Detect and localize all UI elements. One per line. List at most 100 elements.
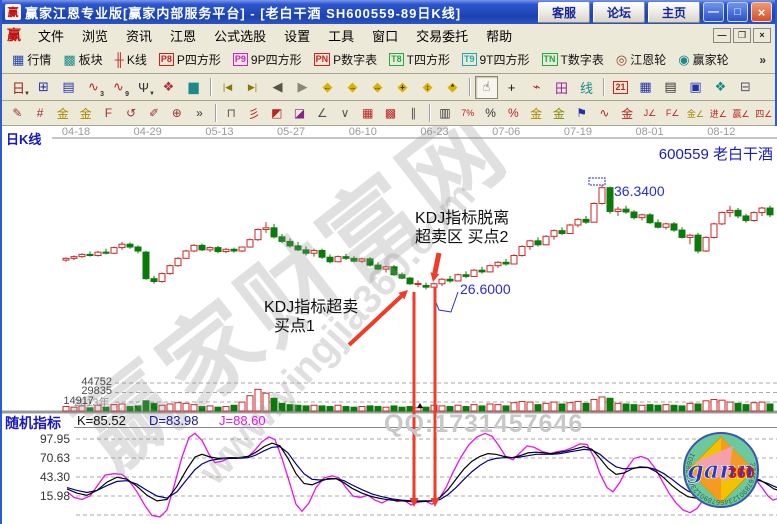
- info-panel-button[interactable]: ▤: [57, 76, 80, 99]
- winner-wheel-button[interactable]: ◉赢家轮: [672, 49, 734, 70]
- first-bar-button[interactable]: |◀: [216, 76, 239, 99]
- next-bar-button[interactable]: ▶: [291, 76, 314, 99]
- vee-wave-button[interactable]: ∨: [335, 103, 356, 124]
- candle-body: [319, 250, 325, 257]
- flag-pen-button[interactable]: ⚑: [571, 103, 592, 124]
- menu-item-4[interactable]: 江恩: [161, 27, 205, 46]
- ying-angle-button[interactable]: 赢∠: [731, 103, 752, 124]
- toolbar-overflow-icon[interactable]: »: [756, 53, 769, 67]
- hatch-tool-button[interactable]: #: [30, 103, 51, 124]
- parallel-lines-button[interactable]: ∥: [403, 103, 424, 124]
- kdj-axis-label-2: 70.63: [24, 451, 70, 465]
- spiral-tool-button[interactable]: ↺: [121, 103, 142, 124]
- wave3-button[interactable]: ∿3: [82, 76, 105, 99]
- draw-overflow-button[interactable]: »: [189, 103, 210, 124]
- box-fan-button[interactable]: ◩: [266, 103, 287, 124]
- jin-angle-button[interactable]: 进∠: [708, 103, 729, 124]
- volume-bar: [687, 403, 693, 411]
- kline-period-button[interactable]: 日▼: [7, 76, 30, 99]
- menu-item-5[interactable]: 公式选股: [205, 27, 275, 46]
- p-table-button[interactable]: PNP数字表: [308, 49, 384, 70]
- gold-line-button[interactable]: 金: [548, 103, 569, 124]
- zoom-h-button[interactable]: ◆↔: [366, 76, 389, 99]
- chart-grid-button[interactable]: ⊞: [32, 76, 55, 99]
- j-angle-button[interactable]: J∠: [640, 103, 661, 124]
- candle-body: [159, 274, 165, 282]
- t-square-button[interactable]: T8T四方形: [383, 49, 456, 70]
- gold-grid-button[interactable]: 金: [53, 103, 74, 124]
- fib-levels-button[interactable]: F: [98, 103, 119, 124]
- calculator-button[interactable]: ▦: [634, 76, 657, 99]
- notes-button[interactable]: ▤: [659, 76, 682, 99]
- gold-angle-button[interactable]: 金∠: [685, 103, 706, 124]
- hand-tool-button[interactable]: ☝: [475, 76, 498, 99]
- gann-wheel-button[interactable]: ◎江恩轮: [610, 49, 672, 70]
- menu-item-9[interactable]: 交易委托: [407, 27, 477, 46]
- menu-item-7[interactable]: 工具: [319, 27, 363, 46]
- wave-line-button[interactable]: 线: [575, 76, 598, 99]
- pattern-box-button[interactable]: 田: [550, 76, 573, 99]
- menu-item-6[interactable]: 设置: [275, 27, 319, 46]
- child-restore-icon[interactable]: ❒: [733, 28, 751, 43]
- wave9-button[interactable]: ∿9: [107, 76, 130, 99]
- menu-item-10[interactable]: 帮助: [477, 27, 521, 46]
- box-fan2-button[interactable]: ◪: [289, 103, 310, 124]
- volume-style-button[interactable]: ▆: [182, 76, 205, 99]
- customer-service-button[interactable]: 客服: [538, 2, 590, 23]
- column-tool-button[interactable]: ▥: [435, 103, 456, 124]
- zoom-all-button[interactable]: ◆*: [441, 76, 464, 99]
- gann-fan-button[interactable]: 彡: [244, 103, 265, 124]
- menu-item-2[interactable]: 浏览: [73, 27, 117, 46]
- t-table-button[interactable]: TNT数字表: [536, 49, 610, 70]
- save-button[interactable]: ▣: [684, 76, 707, 99]
- maximize-icon[interactable]: □: [727, 2, 748, 22]
- a-wave-button[interactable]: ∿: [594, 103, 615, 124]
- pct7-tool-button[interactable]: 7%: [457, 103, 478, 124]
- grid-box2-button[interactable]: ▩: [380, 103, 401, 124]
- child-close-icon[interactable]: ×: [753, 28, 771, 43]
- child-minimize-icon[interactable]: —: [713, 28, 731, 43]
- pencil-tool-button[interactable]: ✎: [7, 103, 28, 124]
- scroll-left-button[interactable]: ◆←: [316, 76, 339, 99]
- si-angle-button[interactable]: 四∠: [753, 103, 774, 124]
- winner-wheel-button-label: 赢家轮: [693, 51, 729, 68]
- minimize-icon[interactable]: —: [703, 2, 724, 22]
- prev-bar-button[interactable]: ◀: [266, 76, 289, 99]
- scroll-right-button[interactable]: ◆→: [341, 76, 364, 99]
- compare-button[interactable]: ❖: [157, 76, 180, 99]
- circle-grid-button[interactable]: ⊕: [166, 103, 187, 124]
- grid-box-button[interactable]: ▦: [357, 103, 378, 124]
- p-square-button[interactable]: P8P四方形: [153, 49, 227, 70]
- quotes-button[interactable]: ▦行情: [6, 49, 57, 70]
- polyline-tool-button[interactable]: ⌁: [525, 76, 548, 99]
- last-bar-button[interactable]: ▶|: [241, 76, 264, 99]
- menu-item-1[interactable]: 文件: [29, 27, 73, 46]
- menu-item-3[interactable]: 资讯: [117, 27, 161, 46]
- pct-tool-button[interactable]: %: [480, 103, 501, 124]
- p9-square-button[interactable]: P99P四方形: [227, 49, 308, 70]
- sectors-button[interactable]: ▩板块: [57, 49, 108, 70]
- forum-button[interactable]: 论坛: [593, 2, 645, 23]
- gold-under-button[interactable]: 金: [617, 103, 638, 124]
- volume-bar: [743, 405, 749, 411]
- ruler-tool-button[interactable]: ⊓: [221, 103, 242, 124]
- magnet-button[interactable]: Ψ▼: [132, 76, 155, 99]
- homepage-button[interactable]: 主页: [648, 2, 700, 23]
- pct-line-button[interactable]: %: [503, 103, 524, 124]
- close-icon[interactable]: ×: [751, 2, 772, 22]
- network-button[interactable]: ❖: [709, 76, 732, 99]
- crosshair-tool-button[interactable]: +: [500, 76, 523, 99]
- zoom-out-button[interactable]: ◆↕: [416, 76, 439, 99]
- compass-pen-button[interactable]: ✐: [144, 103, 165, 124]
- zoom-in-button[interactable]: ◆+: [391, 76, 414, 99]
- menu-item-8[interactable]: 窗口: [363, 27, 407, 46]
- date-tick-07-06: 07-06: [492, 126, 520, 138]
- angle-line-button[interactable]: ∠: [312, 103, 333, 124]
- f-angle-button[interactable]: F∠: [662, 103, 683, 124]
- gold-circle-button[interactable]: 金: [526, 103, 547, 124]
- t9-square-button[interactable]: T99T四方形: [456, 49, 536, 70]
- gold-grid2-button[interactable]: 金: [75, 103, 96, 124]
- printer-button[interactable]: ⊟: [734, 76, 757, 99]
- kline-button[interactable]: ╫K线: [109, 49, 153, 70]
- calendar-button[interactable]: 21: [609, 76, 632, 99]
